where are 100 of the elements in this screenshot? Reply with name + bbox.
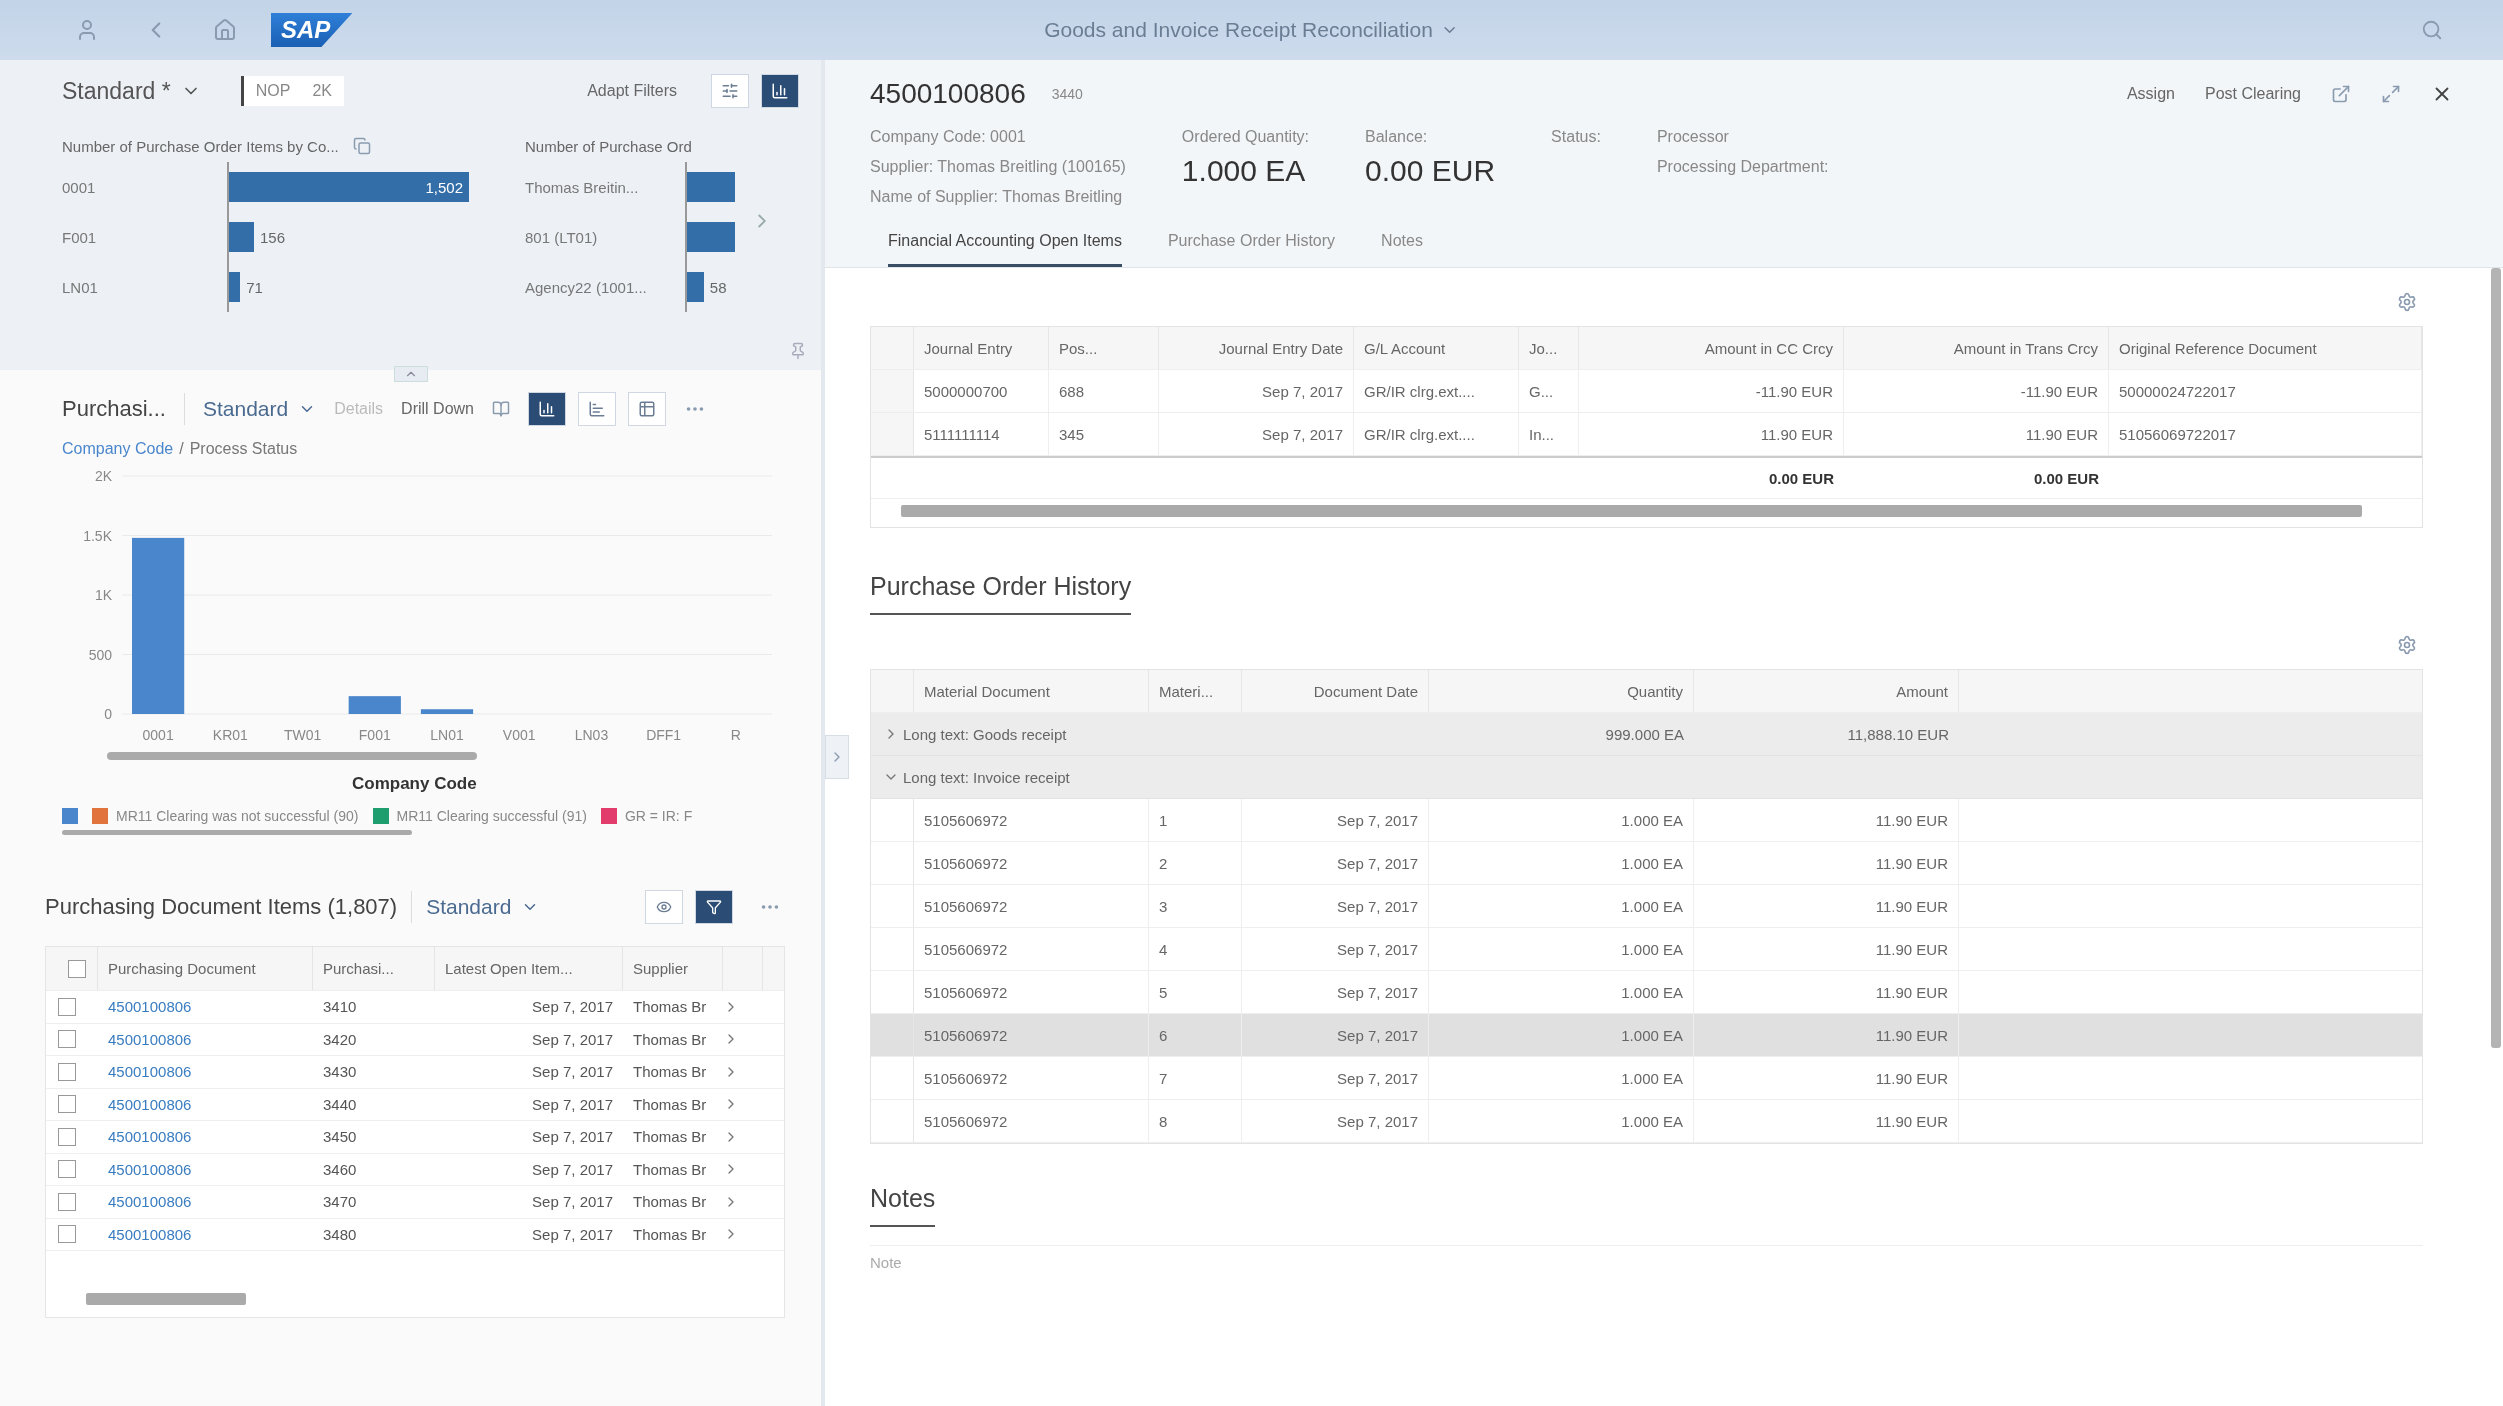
collapse-button[interactable] (393, 366, 428, 382)
variant-selector[interactable]: Standard (426, 895, 540, 919)
column-header[interactable]: G/L Account (1354, 327, 1519, 369)
table-row[interactable]: 5105606972 2 Sep 7, 2017 1.000 EA 11.90 EUR (871, 842, 2422, 885)
document-link[interactable]: 4500100806 (98, 1030, 313, 1048)
column-header[interactable]: Journal Entry Date (1159, 327, 1354, 369)
table-cell: 11.90 EUR (1844, 413, 2109, 455)
table-cell: 5111111114 (914, 413, 1049, 455)
column-header[interactable]: Purchasi... (313, 947, 435, 990)
select-all-checkbox[interactable] (68, 959, 86, 978)
list-view-button[interactable] (711, 74, 749, 108)
document-link[interactable]: 4500100806 (98, 998, 313, 1016)
table-cell: Sep 7, 2017 (1242, 885, 1429, 927)
document-link[interactable]: 4500100806 (98, 1225, 313, 1243)
axis-label: DFF1 (646, 727, 682, 743)
table-row[interactable]: 5105606972 5 Sep 7, 2017 1.000 EA 11.90 EUR (871, 971, 2422, 1014)
column-header[interactable]: Amount (1694, 670, 1959, 712)
bar-chart-icon (538, 400, 556, 418)
fullscreen-icon[interactable] (2381, 84, 2401, 104)
column-header[interactable]: Material Document (914, 670, 1149, 712)
pin-icon[interactable] (789, 342, 807, 360)
settings-icon[interactable] (2397, 292, 2417, 312)
table-cell: GR/IR clrg.ext.... (1354, 413, 1519, 455)
document-link[interactable]: 4500100806 (98, 1128, 313, 1146)
app-title-menu[interactable]: Goods and Invoice Receipt Reconciliation (1038, 17, 1465, 43)
group-row[interactable]: Long text: Goods receipt 999.000 EA 11,888.10 EUR (871, 713, 2422, 756)
row-checkbox[interactable] (58, 1127, 76, 1146)
search-icon[interactable] (2421, 19, 2443, 41)
chart-type-button[interactable] (528, 392, 566, 426)
variant-selector[interactable]: Standard (202, 397, 317, 421)
column-header[interactable]: Quantity (1429, 670, 1694, 712)
table-row[interactable]: 5105606972 8 Sep 7, 2017 1.000 EA 11.90 EUR (871, 1100, 2422, 1143)
total-cell-text: 0.00 EUR (2032, 468, 2100, 489)
column-header[interactable]: Amount in Trans Crcy (1844, 327, 2109, 369)
column-header[interactable]: Purchasing Document (98, 947, 313, 990)
toolbar-action[interactable]: Drill Down (401, 400, 474, 418)
header-action[interactable]: Post Clearing (2204, 85, 2301, 103)
filter-chip[interactable]: NOP 2K (240, 76, 344, 106)
home-icon[interactable] (213, 18, 237, 42)
table-cell-text: Thomas Br (632, 1030, 708, 1048)
row-checkbox[interactable] (58, 997, 76, 1016)
axis-label: KR01 (212, 727, 248, 743)
header-action[interactable]: Assign (2126, 85, 2175, 103)
tab[interactable]: Financial Accounting Open Items (888, 232, 1122, 267)
variant-selector[interactable]: Standard * (62, 77, 201, 105)
group-row[interactable]: Long text: Invoice receipt (871, 756, 2422, 799)
table-row[interactable]: 5105606972 1 Sep 7, 2017 1.000 EA 11.90 EUR (871, 799, 2422, 842)
settings-icon[interactable] (2397, 635, 2417, 655)
document-link[interactable]: 4500100806 (98, 1063, 313, 1081)
chart-card-title: Purchasi... (62, 396, 166, 422)
breadcrumb-link[interactable]: Company Code (62, 440, 174, 458)
document-link[interactable]: 4500100806 (98, 1160, 313, 1178)
column-header[interactable]: Latest Open Item... (435, 947, 623, 990)
tab[interactable]: Purchase Order History (1167, 232, 1336, 267)
table-cell-text: Thomas Br (632, 1193, 708, 1211)
object-subtitle: 3440 (1051, 86, 1083, 102)
legend-label: MR11 Clearing was not successful (90) (116, 808, 359, 824)
bar-label: F001 (62, 228, 98, 246)
document-link[interactable]: 4500100806 (98, 1193, 313, 1211)
column-header[interactable]: Amount in CC Crcy (1579, 327, 1844, 369)
table-cell: 50000024722017 (2109, 370, 2422, 412)
table-cell-text: Thomas Br (632, 1063, 708, 1081)
adapt-filters-link[interactable]: Adapt Filters (587, 82, 677, 100)
column-header[interactable]: Journal Entry (914, 327, 1049, 369)
chart-type-button[interactable] (578, 392, 616, 426)
table-row[interactable]: 5105606972 6 Sep 7, 2017 1.000 EA 11.90 EUR (871, 1014, 2422, 1057)
table-cell: Sep 7, 2017 (1242, 928, 1429, 970)
column-header[interactable]: Original Reference Document (2109, 327, 2422, 369)
table-cell-text: Thomas Br (632, 998, 708, 1016)
row-checkbox[interactable] (58, 1062, 76, 1081)
table-cell: 11.90 EUR (1694, 928, 1959, 970)
table-cell-text: Sep 7, 2017 (531, 1160, 614, 1178)
column-header[interactable]: Supplier (623, 947, 723, 990)
expand-button[interactable] (825, 735, 849, 779)
column-header[interactable]: Jo... (1519, 327, 1579, 369)
document-link[interactable]: 4500100806 (98, 1095, 313, 1113)
table-cell: 1.000 EA (1429, 799, 1694, 841)
share-icon[interactable] (2331, 84, 2351, 104)
row-checkbox[interactable] (58, 1030, 76, 1049)
column-header[interactable]: Pos... (1049, 327, 1159, 369)
row-checkbox[interactable] (58, 1225, 76, 1244)
copy-icon[interactable] (352, 137, 371, 155)
chart-type-button[interactable] (628, 392, 666, 426)
table-cell: 3 (1149, 885, 1242, 927)
table-cell: 2 (1149, 842, 1242, 884)
column-header[interactable]: Document Date (1242, 670, 1429, 712)
note-field[interactable]: Note (870, 1245, 2423, 1279)
filter-button[interactable] (695, 890, 733, 924)
table-row[interactable]: 5105606972 3 Sep 7, 2017 1.000 EA 11.90 EUR (871, 885, 2422, 928)
table-row[interactable]: 5105606972 4 Sep 7, 2017 1.000 EA 11.90 EUR (871, 928, 2422, 971)
tab[interactable]: Notes (1381, 232, 1423, 267)
table-cell-text: Thomas Br (632, 1160, 708, 1178)
row-checkbox[interactable] (58, 1192, 76, 1211)
column-header[interactable]: Materi... (1149, 670, 1242, 712)
chart-view-button[interactable] (761, 74, 799, 108)
row-checkbox[interactable] (58, 1160, 76, 1179)
table-row[interactable]: 5105606972 7 Sep 7, 2017 1.000 EA 11.90 EUR (871, 1057, 2422, 1100)
table-cell: 11.90 EUR (1579, 413, 1844, 455)
row-checkbox[interactable] (58, 1095, 76, 1114)
show-button[interactable] (645, 890, 683, 924)
